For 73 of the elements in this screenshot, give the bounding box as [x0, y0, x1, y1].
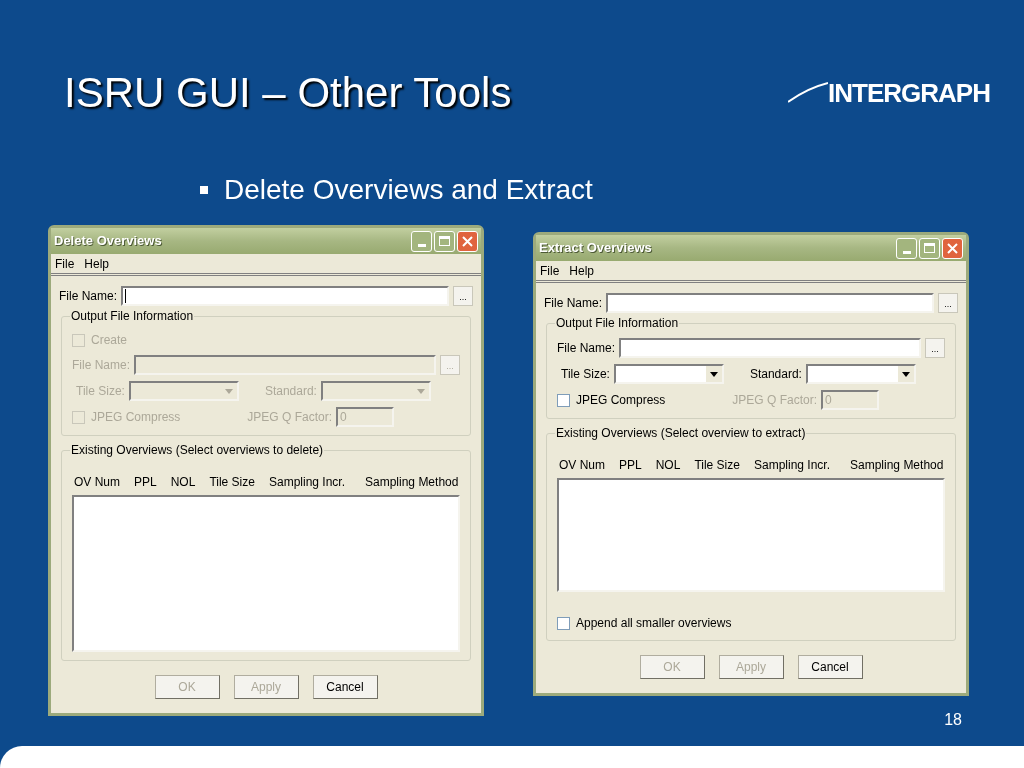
- input-field[interactable]: [121, 286, 449, 306]
- column-header: PPL: [134, 474, 157, 491]
- column-header: PPL: [619, 457, 642, 474]
- close-icon: [947, 242, 958, 254]
- close-button[interactable]: [942, 237, 963, 259]
- maximize-icon: [439, 236, 450, 246]
- close-button[interactable]: [457, 230, 478, 252]
- checkbox-label: Create: [91, 332, 128, 349]
- slide-title: ISRU GUI – Other Tools: [64, 72, 512, 114]
- window-title: Extract Overviews: [539, 239, 652, 258]
- field-label: JPEG Q Factor:: [732, 392, 817, 409]
- input-field[interactable]: [606, 293, 934, 313]
- minimize-button[interactable]: [411, 230, 432, 252]
- field-label: Standard:: [749, 366, 802, 383]
- maximize-button[interactable]: [919, 237, 940, 259]
- dialog-button[interactable]: Cancel: [312, 675, 378, 699]
- field-label: Standard:: [264, 383, 317, 400]
- field-value: 0: [825, 392, 832, 409]
- field-label: File Name:: [72, 357, 130, 374]
- column-header: Sampling Incr.: [268, 474, 345, 491]
- column-header: Tile Size: [694, 457, 740, 474]
- browse-button[interactable]: ...: [925, 338, 945, 358]
- company-logo: INTERGRAPH: [828, 80, 990, 106]
- browse-button[interactable]: ...: [938, 293, 958, 313]
- caret-icon: [416, 388, 425, 394]
- minimize-icon: [417, 243, 426, 247]
- field-label: JPEG Q Factor:: [247, 409, 332, 426]
- browse-button[interactable]: ...: [453, 286, 473, 306]
- caret-icon: [901, 371, 910, 377]
- column-header: Sampling Incr.: [753, 457, 830, 474]
- field-label: Tile Size:: [561, 366, 610, 383]
- checkbox-label: Append all smaller overviews: [576, 615, 732, 632]
- window-title: Delete Overviews: [54, 232, 162, 251]
- column-header: OV Num: [74, 474, 120, 491]
- minimize-button[interactable]: [896, 237, 917, 259]
- checkbox[interactable]: [557, 393, 570, 407]
- column-header: OV Num: [559, 457, 605, 474]
- group-title: Output File Information: [555, 316, 680, 330]
- checkbox-label: JPEG Compress: [576, 392, 666, 409]
- field-label: File Name:: [557, 340, 615, 357]
- group-title: Output File Information: [70, 309, 195, 323]
- checkbox[interactable]: [557, 616, 570, 630]
- bullet-text: Delete Overviews and Extract: [224, 176, 593, 204]
- maximize-button[interactable]: [434, 230, 455, 252]
- dialog-button[interactable]: Cancel: [797, 655, 863, 679]
- menu-item[interactable]: Help: [569, 261, 595, 280]
- menu-item[interactable]: Help: [84, 254, 110, 273]
- group-title: Existing Overviews (Select overviews to delete): [70, 443, 325, 457]
- column-header: NOL: [655, 457, 681, 474]
- field-label: File Name:: [59, 288, 117, 305]
- menu-item[interactable]: File: [55, 254, 75, 273]
- checkbox-label: JPEG Compress: [91, 409, 181, 426]
- minimize-icon: [902, 250, 911, 254]
- menu-item[interactable]: File: [540, 261, 560, 280]
- field-value: 0: [340, 409, 347, 426]
- input-field[interactable]: [619, 338, 921, 358]
- caret-icon: [224, 388, 233, 394]
- caret-icon: [709, 371, 718, 377]
- column-header: Sampling Method: [850, 457, 944, 474]
- page-number: 18: [944, 710, 962, 730]
- close-icon: [462, 235, 473, 247]
- logo-swoosh-icon: [788, 80, 829, 104]
- dropdown[interactable]: [805, 364, 916, 384]
- maximize-icon: [924, 243, 935, 253]
- field-label: Tile Size:: [76, 383, 125, 400]
- dropdown[interactable]: [613, 364, 724, 384]
- field-label: File Name:: [544, 295, 602, 312]
- column-header: NOL: [170, 474, 196, 491]
- bullet-icon: [200, 186, 208, 194]
- column-header: Tile Size: [209, 474, 255, 491]
- group-title: Existing Overviews (Select overview to extract): [555, 426, 807, 440]
- column-header: Sampling Method: [365, 474, 459, 491]
- list-box[interactable]: [557, 478, 945, 592]
